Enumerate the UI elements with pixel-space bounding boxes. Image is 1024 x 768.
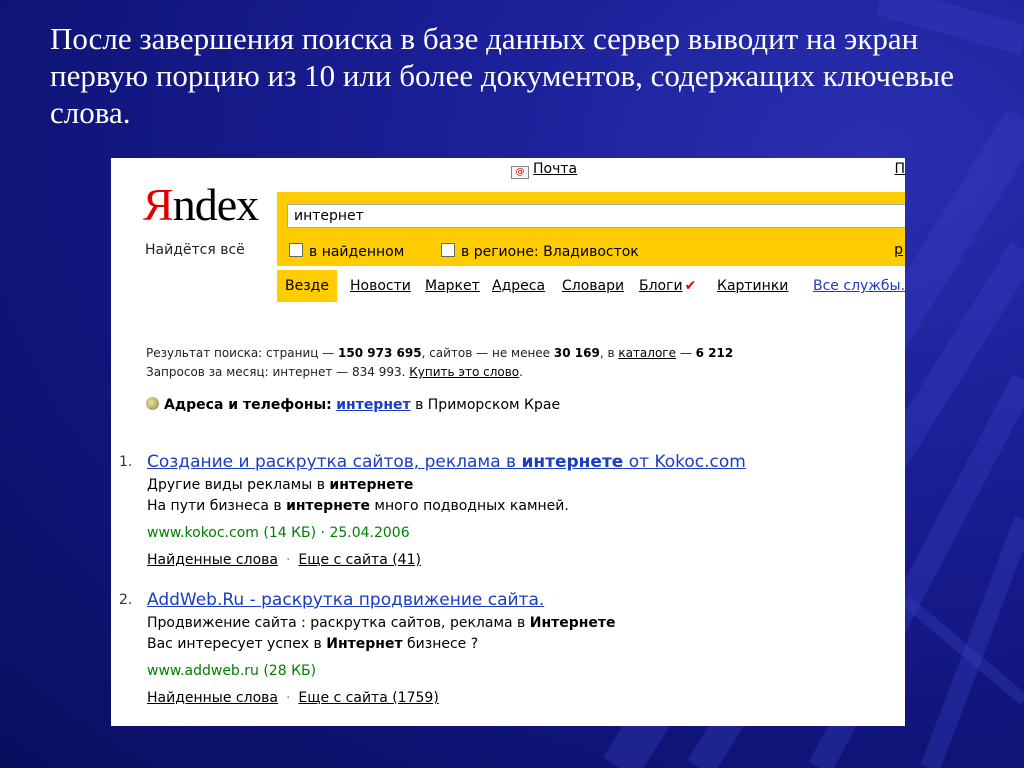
option-in-region-label: в регионе: Владивосток xyxy=(461,244,639,260)
found-words-link[interactable]: Найденные слова xyxy=(147,552,278,568)
slide-title: После завершения поиска в базе данных се… xyxy=(50,21,954,130)
top-right-link[interactable]: П xyxy=(894,161,905,177)
tab-addresses[interactable]: Адреса xyxy=(492,270,545,302)
stats-line-1: Результат поиска: страниц — 150 973 695,… xyxy=(146,346,734,360)
search-result: 2. AddWeb.Ru - раскрутка продвижение сай… xyxy=(119,590,899,710)
logo-first-letter: Я xyxy=(143,179,174,230)
found-words-link[interactable]: Найденные слова xyxy=(147,690,278,706)
result-snippet-line: На пути бизнеса в интернете много подвод… xyxy=(147,498,569,514)
result-url: www.addweb.ru (28 КБ) xyxy=(147,663,317,679)
mail-link-label[interactable]: Почта xyxy=(533,161,577,177)
option-in-found-label: в найденном xyxy=(309,244,405,260)
buy-word-link[interactable]: Купить это слово xyxy=(409,365,519,379)
stats-line-2: Запросов за месяц: интернет — 834 993. К… xyxy=(146,365,523,379)
checkbox-in-region[interactable] xyxy=(441,243,455,257)
checkmark-icon: ✔ xyxy=(684,278,697,294)
globe-icon xyxy=(146,397,159,410)
search-stats: Результат поиска: страниц — 150 973 695,… xyxy=(146,344,733,382)
tab-images[interactable]: Картинки xyxy=(717,270,788,302)
option-in-region[interactable]: в регионе: Владивосток xyxy=(441,242,639,260)
more-from-site-link[interactable]: Еще с сайта (1759) xyxy=(298,690,438,706)
result-title-link[interactable]: AddWeb.Ru - раскрутка продвижение сайта. xyxy=(147,590,544,610)
address-block: Адреса и телефоны: интернет в Приморском… xyxy=(146,396,560,413)
checkbox-in-found[interactable] xyxy=(289,243,303,257)
result-links: Найденные слова · Еще с сайта (1759) xyxy=(147,690,439,706)
tab-blogs[interactable]: Блоги ✔ xyxy=(639,270,696,302)
tagline: Найдётся всё xyxy=(145,242,245,258)
catalog-count: 6 212 xyxy=(695,346,734,360)
tab-news[interactable]: Новости xyxy=(350,270,411,302)
search-result: 1. Создание и раскрутка сайтов, реклама … xyxy=(119,452,899,572)
yandex-logo[interactable]: Яndex xyxy=(143,179,259,230)
result-links: Найденные слова · Еще с сайта (41) xyxy=(147,552,421,568)
tab-dictionaries[interactable]: Словари xyxy=(562,270,624,302)
pages-count: 150 973 695 xyxy=(338,346,422,360)
logo-rest: ndex xyxy=(172,179,259,230)
search-input[interactable] xyxy=(287,204,905,228)
more-from-site-link[interactable]: Еще с сайта (41) xyxy=(298,552,421,568)
result-snippet-line: Продвижение сайта : раскрутка сайтов, ре… xyxy=(147,615,616,631)
all-services-link[interactable]: Все службы. xyxy=(813,270,905,302)
advanced-search-link[interactable]: р xyxy=(894,242,903,258)
tab-everywhere[interactable]: Везде xyxy=(277,270,337,302)
result-title-link[interactable]: Создание и раскрутка сайтов, реклама в и… xyxy=(147,452,746,472)
mail-icon: @ xyxy=(511,166,529,179)
address-query-link[interactable]: интернет xyxy=(336,397,410,413)
tab-market[interactable]: Маркет xyxy=(425,270,480,302)
tab-blogs-label: Блоги xyxy=(639,278,683,294)
yandex-screenshot: @Почта П Яndex Найдётся всё в найденном … xyxy=(111,158,905,726)
result-url: www.kokoc.com (14 КБ) · 25.04.2006 xyxy=(147,525,410,541)
result-snippet-line: Вас интересует успех в Интернет бизнесе … xyxy=(147,636,479,652)
catalog-link[interactable]: каталоге xyxy=(618,346,676,360)
result-number: 1. xyxy=(119,454,133,470)
sites-count: 30 169 xyxy=(553,346,600,360)
service-tabs: Везде Новости Маркет Адреса Словари Блог… xyxy=(277,270,905,302)
result-number: 2. xyxy=(119,592,133,608)
mail-link[interactable]: @ Почта xyxy=(511,161,577,179)
address-label: Адреса и телефоны: xyxy=(164,397,332,413)
option-in-found[interactable]: в найденном xyxy=(289,242,404,260)
result-snippet-line: Другие виды рекламы в интернете xyxy=(147,477,414,493)
